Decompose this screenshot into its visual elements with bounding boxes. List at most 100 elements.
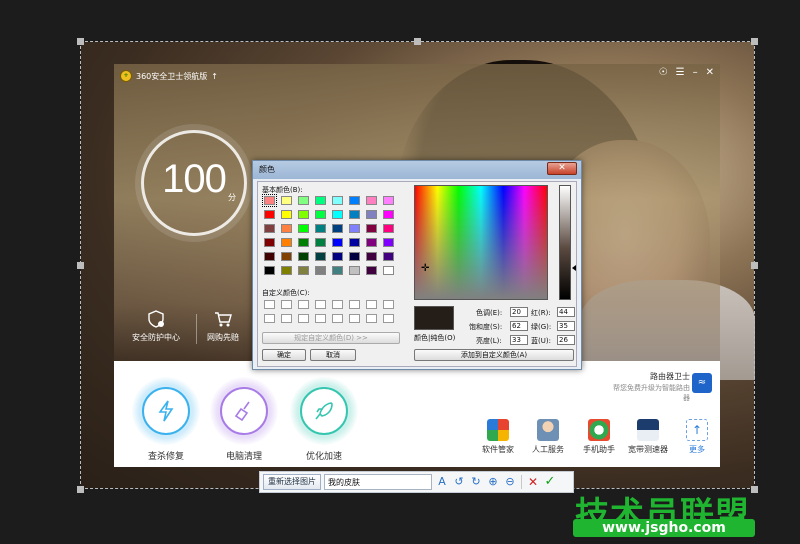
basic-color-swatch[interactable] xyxy=(383,266,394,275)
basic-color-swatch[interactable] xyxy=(315,210,326,219)
custom-color-slot[interactable] xyxy=(349,314,360,323)
watermark: 技术员联盟 www.jsgho.com xyxy=(565,495,765,543)
basic-color-swatch[interactable] xyxy=(281,266,292,275)
basic-color-swatch[interactable] xyxy=(332,266,343,275)
dialog-close-button[interactable]: ✕ xyxy=(547,162,577,175)
green-label: 绿(G): xyxy=(531,323,552,331)
basic-color-swatch[interactable] xyxy=(281,252,292,261)
custom-color-slot[interactable] xyxy=(315,300,326,309)
basic-color-swatch[interactable] xyxy=(349,252,360,261)
basic-color-swatch[interactable] xyxy=(298,266,309,275)
basic-color-swatch[interactable] xyxy=(349,210,360,219)
basic-color-swatch[interactable] xyxy=(264,224,275,233)
custom-color-slot[interactable] xyxy=(298,314,309,323)
basic-color-swatch[interactable] xyxy=(366,224,377,233)
cancel-button[interactable]: 取消 xyxy=(310,349,356,361)
basic-color-swatch[interactable] xyxy=(366,238,377,247)
add-to-custom-colors-button[interactable]: 添加到自定义颜色(A) xyxy=(414,349,574,361)
basic-color-swatch[interactable] xyxy=(332,238,343,247)
define-custom-colors-button[interactable]: 规定自定义颜色(D) >> xyxy=(262,332,400,344)
basic-color-swatch[interactable] xyxy=(383,224,394,233)
basic-color-swatch[interactable] xyxy=(383,210,394,219)
basic-color-swatch[interactable] xyxy=(281,210,292,219)
basic-color-swatch[interactable] xyxy=(366,266,377,275)
basic-color-swatch[interactable] xyxy=(383,196,394,205)
basic-color-swatch[interactable] xyxy=(281,196,292,205)
custom-color-slot[interactable] xyxy=(281,300,292,309)
color-dialog: 颜色 ✕ 基本颜色(B): 自定义颜色(C): 规定自定义颜色(D) >> 确定… xyxy=(252,160,582,370)
crop-handle-bottom-right[interactable] xyxy=(751,486,758,493)
text-font-icon[interactable]: A xyxy=(435,474,449,490)
confirm-icon[interactable]: ✓ xyxy=(543,474,557,490)
crop-handle-right[interactable] xyxy=(751,262,758,269)
basic-color-swatch[interactable] xyxy=(349,196,360,205)
basic-color-swatch[interactable] xyxy=(264,238,275,247)
basic-color-swatch[interactable] xyxy=(366,210,377,219)
basic-color-swatch[interactable] xyxy=(366,196,377,205)
luminance-bar[interactable] xyxy=(559,185,571,300)
custom-color-slot[interactable] xyxy=(332,314,343,323)
basic-color-swatch[interactable] xyxy=(264,252,275,261)
basic-color-swatch[interactable] xyxy=(281,238,292,247)
basic-color-swatch[interactable] xyxy=(298,224,309,233)
saturation-input[interactable]: 62 xyxy=(510,321,528,331)
basic-color-swatch[interactable] xyxy=(315,224,326,233)
basic-color-swatch[interactable] xyxy=(349,238,360,247)
basic-color-swatch[interactable] xyxy=(298,210,309,219)
crop-handle-top-left[interactable] xyxy=(77,38,84,45)
basic-color-swatch[interactable] xyxy=(383,252,394,261)
rotate-right-icon[interactable]: ↻ xyxy=(469,474,483,490)
basic-color-swatch[interactable] xyxy=(332,210,343,219)
watermark-url: www.jsgho.com xyxy=(573,519,755,537)
custom-color-slot[interactable] xyxy=(281,314,292,323)
reselect-image-button[interactable]: 重新选择图片 xyxy=(263,474,321,490)
basic-color-swatch[interactable] xyxy=(298,252,309,261)
dialog-titlebar[interactable]: 颜色 ✕ xyxy=(253,161,581,179)
basic-color-swatch[interactable] xyxy=(315,252,326,261)
color-spectrum[interactable] xyxy=(414,185,548,300)
basic-color-swatch[interactable] xyxy=(349,266,360,275)
custom-color-slot[interactable] xyxy=(366,300,377,309)
custom-color-slot[interactable] xyxy=(366,314,377,323)
basic-color-swatch[interactable] xyxy=(264,266,275,275)
basic-color-swatch[interactable] xyxy=(332,224,343,233)
basic-color-swatch[interactable] xyxy=(315,266,326,275)
red-input[interactable]: 44 xyxy=(557,307,575,317)
custom-color-slot[interactable] xyxy=(383,314,394,323)
luminance-input[interactable]: 33 xyxy=(510,335,528,345)
basic-color-swatch[interactable] xyxy=(298,196,309,205)
skin-name-input[interactable] xyxy=(324,474,432,490)
custom-color-slot[interactable] xyxy=(332,300,343,309)
green-input[interactable]: 35 xyxy=(557,321,575,331)
custom-color-slot[interactable] xyxy=(264,300,275,309)
blue-input[interactable]: 26 xyxy=(557,335,575,345)
rotate-left-icon[interactable]: ↺ xyxy=(452,474,466,490)
basic-color-swatch[interactable] xyxy=(315,238,326,247)
custom-color-slot[interactable] xyxy=(349,300,360,309)
basic-color-swatch[interactable] xyxy=(332,196,343,205)
zoom-in-icon[interactable]: ⊕ xyxy=(486,474,500,490)
basic-color-swatch[interactable] xyxy=(349,224,360,233)
crop-handle-bottom-left[interactable] xyxy=(77,486,84,493)
zoom-out-icon[interactable]: ⊖ xyxy=(503,474,517,490)
custom-color-slot[interactable] xyxy=(315,314,326,323)
crop-handle-top[interactable] xyxy=(414,38,421,45)
basic-color-swatch[interactable] xyxy=(315,196,326,205)
basic-color-swatch[interactable] xyxy=(281,224,292,233)
custom-color-slot[interactable] xyxy=(264,314,275,323)
basic-color-swatch[interactable] xyxy=(366,252,377,261)
basic-color-swatch[interactable] xyxy=(383,238,394,247)
basic-color-swatch[interactable] xyxy=(262,194,277,207)
ok-button[interactable]: 确定 xyxy=(262,349,306,361)
basic-color-swatch[interactable] xyxy=(264,210,275,219)
hue-input[interactable]: 20 xyxy=(510,307,528,317)
basic-color-swatch[interactable] xyxy=(298,238,309,247)
toolbar-divider xyxy=(521,475,522,489)
basic-color-swatch[interactable] xyxy=(332,252,343,261)
luminance-arrow-icon[interactable] xyxy=(572,265,576,271)
crop-handle-left[interactable] xyxy=(77,262,84,269)
crop-handle-top-right[interactable] xyxy=(751,38,758,45)
custom-color-slot[interactable] xyxy=(383,300,394,309)
cancel-icon[interactable]: ✕ xyxy=(526,474,540,490)
custom-color-slot[interactable] xyxy=(298,300,309,309)
